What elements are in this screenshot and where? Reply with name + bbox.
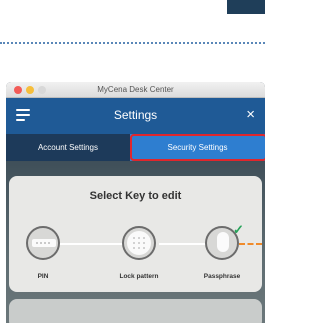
window-title: MyCena Desk Center [97,85,174,94]
top-stripe [0,0,265,14]
key-label-lock-pattern: Lock pattern [119,273,159,280]
checkmark-icon: ✓ [233,222,244,237]
tab-account-settings[interactable]: Account Settings [6,134,130,161]
select-key-card: Select Key to edit ✓ PIN Lock pattern Pa… [9,176,262,292]
key-label-pin: PIN [37,273,49,280]
close-icon[interactable]: × [246,106,255,124]
app-window: MyCena Desk Center Settings × Account Se… [6,82,265,323]
lock-pattern-icon[interactable] [122,226,156,260]
passphrase-glyph [217,232,229,252]
top-right-dark-bar [227,0,265,14]
window-titlebar: MyCena Desk Center [6,82,265,98]
lock-pattern-grid [127,231,151,255]
dashed-connector [239,243,262,245]
highlight-box [130,134,265,161]
page-title: Settings [113,108,158,122]
pin-key-icon[interactable] [26,226,60,260]
dotted-divider [0,42,265,44]
pin-dots [32,239,56,247]
passphrase-icon[interactable]: ✓ [205,222,244,260]
secondary-card [9,299,262,323]
key-label-passphrase: Passphrase [203,273,241,280]
app-header: Settings × [6,98,265,134]
card-title: Select Key to edit [89,190,182,202]
